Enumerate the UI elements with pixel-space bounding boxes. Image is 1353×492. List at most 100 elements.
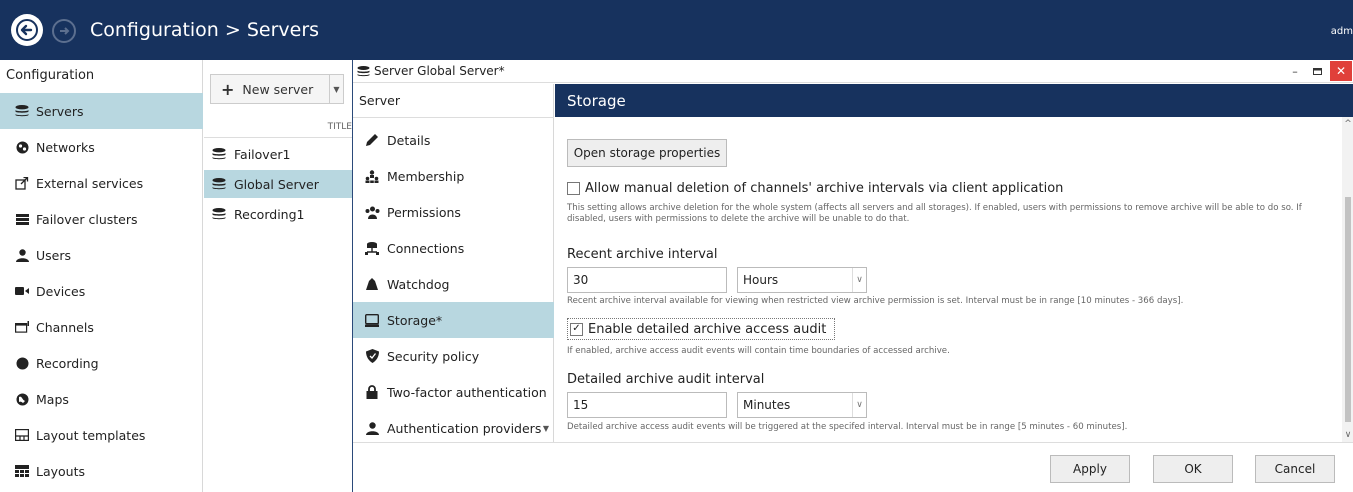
lock-icon xyxy=(363,385,381,399)
server-dialog: Server Global Server* – ✕ Server Details… xyxy=(352,60,1353,492)
close-icon[interactable]: ✕ xyxy=(1330,61,1352,81)
chevron-down-icon[interactable]: ∨ xyxy=(852,268,866,292)
scrollbar-thumb[interactable] xyxy=(1345,197,1351,422)
plus-icon: + xyxy=(221,79,235,99)
sidebar-item-label: Recording xyxy=(36,355,99,371)
server-icon xyxy=(212,148,226,160)
table-row[interactable]: Recording1 xyxy=(204,200,352,228)
watchdog-icon xyxy=(363,277,381,291)
back-arrow-icon[interactable] xyxy=(11,14,43,46)
nav-item-authentication-providers[interactable]: Authentication providers xyxy=(353,410,554,446)
recent-interval-hint: Recent archive interval available for vi… xyxy=(567,296,1184,306)
enable-audit-label: Enable detailed archive access audit xyxy=(588,321,827,337)
nav-item-label: Security policy xyxy=(387,348,480,364)
user-name[interactable]: adm xyxy=(1331,26,1353,37)
cancel-button[interactable]: Cancel xyxy=(1255,455,1335,483)
content-heading: Storage xyxy=(555,84,1353,117)
new-server-label: New server xyxy=(242,81,314,97)
recent-interval-input[interactable]: 30 xyxy=(567,267,727,293)
new-server-button[interactable]: + New server ▼ xyxy=(210,74,344,104)
sidebar-item-servers[interactable]: Servers xyxy=(0,93,203,129)
allow-deletion-checkbox[interactable]: Allow manual deletion of channels' archi… xyxy=(567,181,1063,196)
recent-interval-label: Recent archive interval xyxy=(567,247,718,262)
server-list-panel: + New server ▼ TITLE Failover1 Global Ser… xyxy=(204,60,352,492)
server-icon xyxy=(357,65,370,77)
forward-arrow-icon[interactable] xyxy=(52,19,76,43)
nav-item-label: Membership xyxy=(387,168,465,184)
top-bar: Configuration > Servers adm xyxy=(0,0,1353,60)
record-icon xyxy=(12,357,32,370)
pencil-icon xyxy=(363,133,381,147)
recent-interval-unit-select[interactable]: Hours ∨ xyxy=(737,267,867,293)
user-icon xyxy=(12,248,32,262)
nav-item-connections[interactable]: Connections xyxy=(353,230,554,266)
server-name: Recording1 xyxy=(234,206,305,222)
nav-scroll-down-icon[interactable]: ▼ xyxy=(543,424,549,433)
server-name: Failover1 xyxy=(234,146,291,162)
nav-item-watchdog[interactable]: Watchdog xyxy=(353,266,554,302)
maximize-icon[interactable] xyxy=(1308,63,1326,79)
chevron-down-icon[interactable]: ▼ xyxy=(329,75,343,103)
checkbox-box[interactable] xyxy=(567,182,580,195)
audit-interval-label: Detailed archive audit interval xyxy=(567,372,765,387)
sidebar-item-layout-templates[interactable]: Layout templates xyxy=(0,417,203,453)
sidebar-item-networks[interactable]: Networks xyxy=(0,129,203,165)
sidebar-item-recording[interactable]: Recording xyxy=(0,345,203,381)
sidebar-item-label: Layout templates xyxy=(36,427,146,443)
content-scrollbar[interactable]: ^ ∨ xyxy=(1342,117,1353,442)
layout-template-icon xyxy=(12,429,32,441)
table-row[interactable]: Failover1 xyxy=(204,140,352,168)
audit-interval-unit-select[interactable]: Minutes ∨ xyxy=(737,392,867,418)
apply-button[interactable]: Apply xyxy=(1050,455,1130,483)
sidebar-item-label: Devices xyxy=(36,283,86,299)
globe-icon xyxy=(12,393,32,406)
nav-item-label: Details xyxy=(387,132,431,148)
sidebar-item-users[interactable]: Users xyxy=(0,237,203,273)
nav-item-permissions[interactable]: Permissions xyxy=(353,194,554,230)
failover-icon xyxy=(12,213,32,225)
sidebar-item-label: External services xyxy=(36,175,144,191)
sidebar-item-external-services[interactable]: External services xyxy=(0,165,203,201)
storage-icon xyxy=(363,313,381,327)
permissions-icon xyxy=(363,206,381,219)
minimize-icon[interactable]: – xyxy=(1286,63,1304,79)
nav-item-membership[interactable]: Membership xyxy=(353,158,554,194)
sidebar-item-devices[interactable]: Devices xyxy=(0,273,203,309)
ok-button[interactable]: OK xyxy=(1153,455,1233,483)
audit-interval-hint: Detailed archive access audit events wil… xyxy=(567,422,1128,432)
storage-content: Storage ​ Open storage properties Allow … xyxy=(555,84,1353,442)
enable-audit-checkbox[interactable]: ✓ Enable detailed archive access audit xyxy=(567,318,836,340)
dialog-footer: Apply OK Cancel xyxy=(353,442,1353,492)
connections-icon xyxy=(363,241,381,255)
chevron-down-icon[interactable]: ∨ xyxy=(852,393,866,417)
nav-item-security-policy[interactable]: Security policy xyxy=(353,338,554,374)
open-storage-properties-button[interactable]: Open storage properties xyxy=(567,139,727,167)
sidebar-item-maps[interactable]: Maps xyxy=(0,381,203,417)
nav-item-label: Watchdog xyxy=(387,276,450,292)
sidebar-item-layouts[interactable]: Layouts xyxy=(0,453,203,489)
chevron-up-icon[interactable]: ^ xyxy=(1342,119,1353,129)
sidebar-item-label: Maps xyxy=(36,391,69,407)
camera-icon xyxy=(12,286,32,296)
table-row[interactable]: Global Server xyxy=(204,170,352,198)
sidebar-heading: Configuration xyxy=(6,68,95,83)
chevron-down-icon[interactable]: ∨ xyxy=(1342,430,1353,440)
nav-item-storage[interactable]: Storage* xyxy=(353,302,554,338)
servers-icon xyxy=(12,105,32,117)
sidebar-item-failover-clusters[interactable]: Failover clusters xyxy=(0,201,203,237)
nav-item-details[interactable]: Details xyxy=(353,122,554,158)
layouts-icon xyxy=(12,465,32,477)
sidebar-item-label: Users xyxy=(36,247,72,263)
column-header-title[interactable]: TITLE xyxy=(204,120,352,138)
channel-icon xyxy=(12,321,32,333)
dialog-title: Server Global Server* xyxy=(374,64,505,78)
sidebar-item-label: Failover clusters xyxy=(36,211,138,227)
dialog-nav: Server Details Membership Permissions Conne… xyxy=(353,84,554,442)
audit-interval-input[interactable]: 15 xyxy=(567,392,727,418)
dialog-nav-heading: Server xyxy=(359,93,400,108)
sidebar-item-channels[interactable]: Channels xyxy=(0,309,203,345)
nav-item-label: Two-factor authentication xyxy=(387,384,547,400)
page-title: Configuration > Servers xyxy=(90,19,320,41)
nav-item-two-factor-authentication[interactable]: Two-factor authentication xyxy=(353,374,554,410)
checkbox-box[interactable]: ✓ xyxy=(570,322,583,336)
